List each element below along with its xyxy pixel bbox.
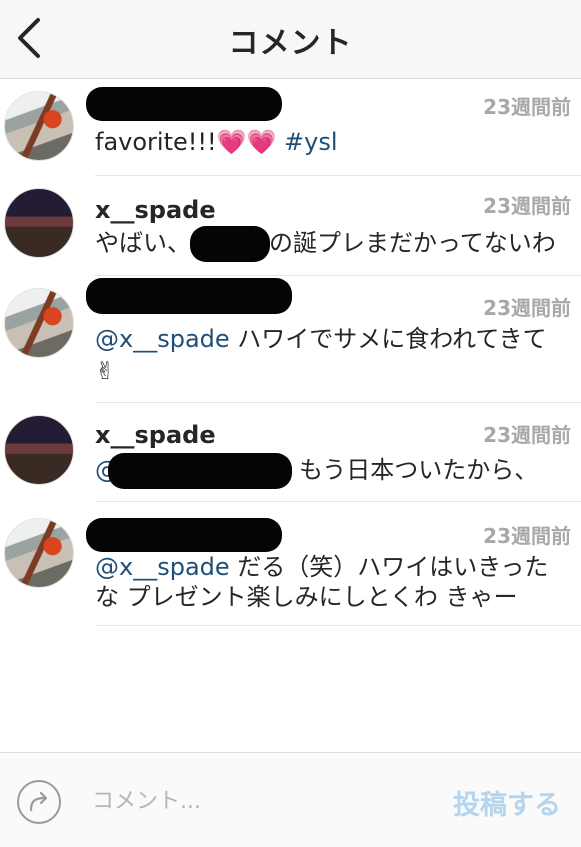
comment-username[interactable]: x__spade [95, 196, 216, 224]
comment-item: 23週間前 @x__spade だる（笑）ハワイはいきった な プレゼント楽しみ… [0, 502, 581, 626]
comment-item: 23週間前 @x__spade ハワイでサメに食われてきて ✌ [0, 276, 581, 403]
divider [95, 625, 581, 626]
hashtag-link[interactable]: #ysl [284, 128, 337, 156]
comment-time: 23週間前 [483, 194, 571, 218]
comment-text-before: やばい、 [95, 229, 191, 257]
avatar[interactable] [4, 415, 74, 485]
avatar[interactable] [4, 518, 74, 588]
comment-time: 23週間前 [483, 95, 571, 119]
avatar[interactable] [4, 288, 74, 358]
share-arrow-icon [17, 780, 61, 824]
comment-text-after: もう日本ついたから、 [299, 456, 539, 484]
comment-username[interactable]: x__spade [95, 421, 216, 449]
comment-text-line1: だる（笑）ハワイはいきった [229, 553, 549, 581]
redacted-mention [108, 453, 292, 489]
share-button[interactable] [16, 779, 62, 825]
comment-text-main: favorite!!!💗💗 [95, 128, 285, 156]
post-button[interactable]: 投稿する [453, 783, 561, 822]
top-bar: コメント [0, 0, 581, 79]
avatar[interactable] [4, 91, 74, 161]
comment-text-second-line: な プレゼント楽しみにしとくわ きゃー [95, 583, 518, 611]
comment-text-after: の誕プレまだかってないわ [269, 229, 556, 257]
comment-item: 23週間前 favorite!!!💗💗 #ysl [0, 79, 581, 176]
comment-text-second-line: ✌ [95, 357, 116, 385]
mention-link[interactable]: @x__spade [95, 325, 230, 353]
comment-text-line1: ハワイでサメに食われてきて [229, 325, 547, 353]
comment-composer: 投稿する [0, 752, 581, 847]
mention-link[interactable]: @x__spade [95, 553, 230, 581]
redacted-mention [190, 226, 270, 262]
comment-item: x__spade 23週間前 やばい、 の誕プレまだかってないわ [0, 176, 581, 276]
comment-text: @x__spade だる（笑）ハワイはいきった [95, 552, 548, 582]
comment-item: x__spade 23週間前 @ もう日本ついたから、 [0, 403, 581, 502]
redacted-username [86, 87, 282, 121]
comment-text: @x__spade ハワイでサメに食われてきて [95, 324, 547, 354]
comment-text: やばい、 の誕プレまだかってないわ [95, 228, 556, 258]
comment-time: 23週間前 [483, 524, 571, 548]
comment-time: 23週間前 [483, 423, 571, 447]
redacted-username [86, 518, 282, 552]
avatar[interactable] [4, 188, 74, 258]
comment-input[interactable] [92, 783, 412, 819]
comment-text: favorite!!!💗💗 #ysl [95, 127, 338, 157]
page-title: コメント [228, 26, 353, 61]
comment-time: 23週間前 [483, 296, 571, 320]
redacted-username [86, 278, 292, 314]
